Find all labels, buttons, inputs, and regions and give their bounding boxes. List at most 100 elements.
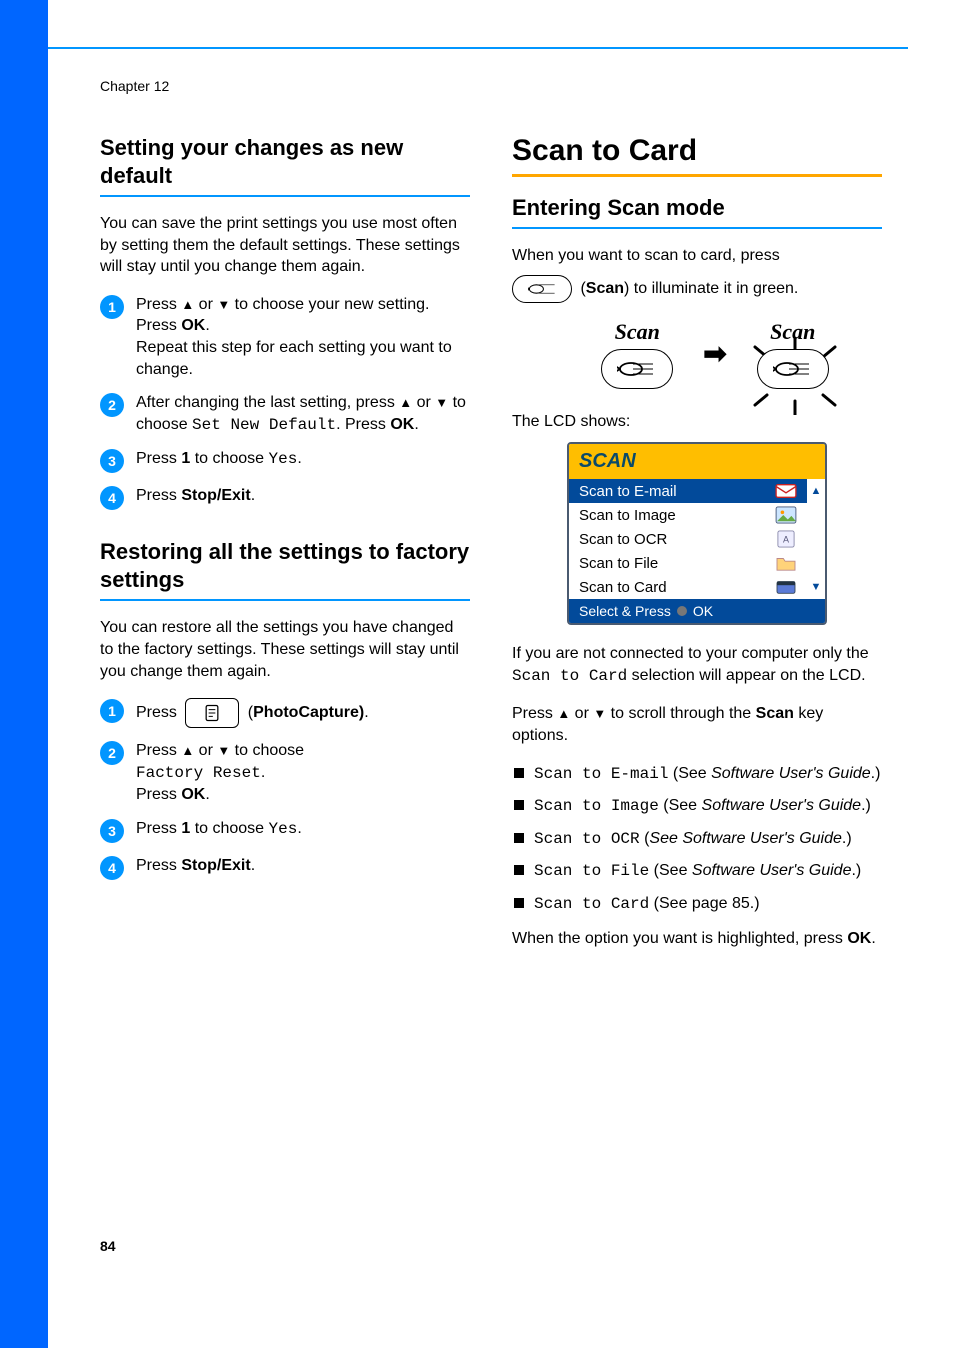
ocr-icon: A: [775, 530, 797, 548]
t: When the option you want is highlighted,…: [512, 930, 847, 947]
t: (See: [668, 765, 711, 782]
lcd-item-label: Scan to Image: [579, 507, 676, 524]
lcd-footer-ok: OK: [693, 603, 713, 619]
lcd-item-label: Scan to OCR: [579, 531, 667, 548]
code-text: Scan to Card: [512, 667, 627, 685]
t: .): [851, 862, 861, 879]
t: or: [194, 742, 217, 759]
up-triangle-icon: [181, 296, 194, 313]
step-badge-1: 1: [100, 295, 124, 319]
lcd-scroll-indicator: ▲ ▼: [807, 479, 825, 599]
step-badge-4: 4: [100, 486, 124, 510]
step-badge-3: 3: [100, 449, 124, 473]
t: .: [414, 416, 418, 433]
lcd-item: Scan to File: [569, 551, 807, 575]
photocapture-button-icon: [185, 698, 239, 728]
paragraph: You can restore all the settings you hav…: [100, 617, 470, 682]
t: Stop/Exit: [181, 857, 250, 874]
t: .): [871, 765, 881, 782]
t: Press: [136, 857, 181, 874]
restore-step-2: 2 Press or to choose Factory Reset. Pres…: [100, 740, 470, 806]
t: Scan: [756, 705, 794, 722]
t: .: [261, 764, 265, 781]
scan-icon: [528, 282, 556, 296]
paragraph: You can save the print settings you use …: [100, 213, 470, 278]
scan-oval-button: [601, 349, 673, 389]
heading-set-default: Setting your changes as new default: [100, 134, 470, 189]
t: See Software User's Guide: [649, 830, 841, 847]
heading-rule: [512, 227, 882, 229]
photocapture-icon: [202, 703, 222, 723]
code-text: Scan to E-mail: [534, 765, 668, 783]
page-number: 84: [100, 1238, 116, 1254]
step-2: 2 After changing the last setting, press…: [100, 392, 470, 436]
t: . Press: [336, 416, 390, 433]
lcd-footer: Select & Press OK: [569, 599, 825, 623]
step-text: Press 1 to choose Yes.: [136, 818, 470, 841]
step-1: 1 Press or to choose your new setting. P…: [100, 294, 470, 380]
step-text: Press or to choose Factory Reset. Press …: [136, 740, 470, 806]
paragraph: If you are not connected to your compute…: [512, 643, 882, 687]
lcd-item-label: Scan to File: [579, 555, 658, 572]
t: .: [251, 857, 255, 874]
t: OK: [847, 930, 871, 947]
step-badge-2: 2: [100, 741, 124, 765]
t: .: [871, 930, 875, 947]
list-item: Scan to OCR (See Software User's Guide.): [512, 828, 882, 851]
t: (See: [649, 862, 692, 879]
scan-illustration: Scan ➡: [548, 319, 882, 389]
t: When you want to scan to card, press: [512, 247, 780, 264]
t: Press: [136, 487, 181, 504]
restore-step-1: 1 Press (PhotoCapture).: [100, 698, 470, 728]
step-text: After changing the last setting, press o…: [136, 392, 470, 436]
content-area: Chapter 12 Setting your changes as new d…: [100, 78, 890, 965]
heading-scan-to-card: Scan to Card: [512, 134, 882, 168]
restore-step-3: 3 Press 1 to choose Yes.: [100, 818, 470, 843]
t: .: [205, 786, 209, 803]
lcd-item: Scan to Image: [569, 503, 807, 527]
lcd-body: Scan to E-mail Scan to Image Scan to OCR…: [569, 479, 825, 599]
heading-rule: [100, 195, 470, 197]
image-icon: [775, 506, 797, 524]
heading-rule-orange: [512, 174, 882, 177]
t: to choose: [230, 742, 304, 759]
t: (See: [659, 797, 702, 814]
step-text: Press 1 to choose Yes.: [136, 448, 470, 471]
t: Press: [136, 450, 181, 467]
side-accent-bar: [0, 0, 48, 1348]
code-text: Scan to Card: [534, 895, 649, 913]
t: Press: [512, 705, 557, 722]
svg-text:A: A: [783, 535, 789, 545]
t: selection will appear on the LCD.: [627, 667, 865, 684]
paragraph: (Scan) to illuminate it in green.: [512, 275, 882, 303]
paragraph: Press or to scroll through the Scan key …: [512, 703, 882, 746]
t: .: [251, 487, 255, 504]
up-arrow-icon: ▲: [811, 485, 822, 497]
list-item: Scan to Image (See Software User's Guide…: [512, 795, 882, 818]
t: Software User's Guide: [711, 765, 871, 782]
down-arrow-icon: ▼: [811, 581, 822, 593]
t: OK: [181, 786, 205, 803]
down-triangle-icon: [435, 394, 448, 411]
arrow-right-icon: ➡: [703, 337, 726, 370]
step-text: Press Stop/Exit.: [136, 855, 470, 877]
t: Press: [136, 317, 181, 334]
t: to scroll through the: [606, 705, 755, 722]
t: Press: [136, 742, 181, 759]
down-triangle-icon: [217, 296, 230, 313]
code-text: Yes: [269, 820, 298, 838]
lcd-rows: Scan to E-mail Scan to Image Scan to OCR…: [569, 479, 807, 599]
t: .): [842, 830, 852, 847]
list-item: Scan to Card (See page 85.): [512, 893, 882, 916]
lcd-item-label: Scan to Card: [579, 579, 667, 596]
t: or: [412, 394, 435, 411]
t: .: [297, 820, 301, 837]
t: Software User's Guide: [702, 797, 862, 814]
code-text: Scan to Image: [534, 797, 659, 815]
t: .): [861, 797, 871, 814]
t: to choose: [190, 820, 268, 837]
t: .: [205, 317, 209, 334]
t: PhotoCapture): [253, 704, 364, 721]
code-text: Scan to File: [534, 862, 649, 880]
step-4: 4 Press Stop/Exit.: [100, 485, 470, 510]
